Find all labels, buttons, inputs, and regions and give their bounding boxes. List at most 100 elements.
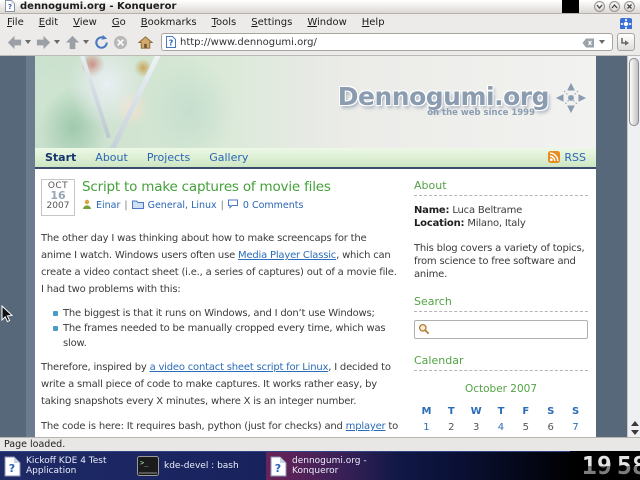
- browser-viewport: Dennogumi.org on the web since 1999 Star…: [0, 56, 627, 437]
- calendar-day-4[interactable]: 4: [489, 421, 514, 434]
- menu-item-bookmarks[interactable]: Bookmarks: [141, 17, 197, 28]
- url-input[interactable]: [180, 37, 582, 48]
- maximize-icon: [611, 3, 618, 10]
- post-column: OCT 16 2007 Script to make captures of m…: [41, 179, 399, 437]
- post-title[interactable]: Script to make captures of movie files: [82, 179, 331, 195]
- svg-text:>_: >_: [140, 459, 149, 467]
- post-categories[interactable]: General, Linux: [148, 200, 217, 211]
- rss-link[interactable]: RSS: [564, 151, 586, 164]
- window-titlebar[interactable]: ? dennogumi.org - Konqueror: [0, 0, 640, 14]
- minimize-icon: [596, 3, 603, 10]
- taskbar-button[interactable]: ? dennogumi.org - Konqueror: [266, 452, 399, 480]
- svg-text:?: ?: [169, 38, 174, 47]
- menu-item-window[interactable]: Window: [307, 17, 346, 28]
- search-input[interactable]: [433, 324, 584, 335]
- category-folder-icon: [132, 199, 144, 212]
- back-dropdown-icon[interactable]: [25, 40, 31, 44]
- taskbar-clock[interactable]: 1958: [570, 451, 640, 480]
- calendar-day-2: 2: [439, 421, 464, 434]
- menu-item-tools[interactable]: Tools: [212, 17, 237, 28]
- sidebar-heading-about: About: [414, 179, 588, 196]
- maximize-button[interactable]: [609, 1, 620, 12]
- nav-link-start[interactable]: Start: [45, 151, 76, 164]
- menu-bar: File Edit View Go Bookmarks Tools Settings Wind…: [0, 15, 640, 29]
- meta-separator: |: [221, 200, 224, 211]
- nav-link-about[interactable]: About: [95, 151, 128, 164]
- about-description: This blog covers a variety of topics, fr…: [414, 242, 588, 281]
- stop-icon: [112, 34, 129, 51]
- calendar-weekday-0: M: [414, 405, 439, 418]
- sidebar-heading-search: Search: [414, 295, 588, 312]
- svg-text:?: ?: [275, 462, 281, 475]
- task-button-title: kde-devel : bash: [164, 461, 239, 471]
- site-header-banner: Dennogumi.org on the web since 1999: [35, 56, 596, 148]
- rss-icon[interactable]: [548, 148, 560, 167]
- calendar-day-7[interactable]: 7: [563, 421, 588, 434]
- page-favicon: ?: [166, 33, 176, 52]
- screen-artifact: [562, 0, 579, 13]
- taskbar-button[interactable]: >_ kde-devel : bash: [133, 452, 266, 480]
- post-date-box: OCT 16 2007: [41, 179, 75, 216]
- menu-item-file[interactable]: File: [7, 17, 24, 28]
- comments-icon: [228, 199, 239, 212]
- post-paragraph: Therefore, inspired by a video contact s…: [41, 359, 399, 410]
- menu-item-view[interactable]: View: [73, 17, 97, 28]
- nav-link-projects[interactable]: Projects: [147, 151, 190, 164]
- up-icon: [64, 34, 81, 51]
- search-box[interactable]: [414, 320, 588, 339]
- taskbar: ?Kickoff KDE 4 Test Application >_ kde-dev…: [0, 451, 640, 480]
- close-icon: [626, 3, 633, 10]
- post-author[interactable]: Einar: [96, 200, 120, 211]
- taskbar-button[interactable]: ?Kickoff KDE 4 Test Application: [0, 452, 133, 480]
- menu-item-edit[interactable]: Edit: [39, 17, 58, 28]
- post-comments[interactable]: 0 Comments: [243, 200, 304, 211]
- inline-link[interactable]: mplayer: [346, 421, 386, 432]
- forward-dropdown-icon[interactable]: [54, 40, 60, 44]
- scrollbar-thumb[interactable]: [629, 58, 639, 126]
- scroll-down-icon[interactable]: [631, 430, 639, 435]
- about-location-label: Location:: [414, 218, 464, 229]
- location-bar[interactable]: ?: [161, 33, 613, 51]
- search-icon: [418, 320, 430, 339]
- inline-link[interactable]: a video contact sheet script for Linux: [150, 362, 329, 373]
- about-location-line: Location: Milano, Italy: [414, 217, 588, 230]
- menu-item-help[interactable]: Help: [362, 17, 385, 28]
- calendar-day-1[interactable]: 1: [414, 421, 439, 434]
- menu-item-settings[interactable]: Settings: [251, 17, 292, 28]
- back-button[interactable]: [5, 32, 24, 52]
- terminal-icon: >_: [137, 456, 159, 476]
- sidebar-column: About Name: Luca Beltrame Location: Mila…: [414, 179, 588, 437]
- close-button[interactable]: [624, 1, 635, 12]
- about-name-value: Luca Beltrame: [452, 205, 522, 216]
- about-location-value: Milano, Italy: [467, 218, 525, 229]
- svg-text:?: ?: [8, 3, 12, 11]
- up-button[interactable]: [63, 32, 82, 52]
- panel-splitter[interactable]: [26, 56, 35, 437]
- calendar-weekday-1: T: [439, 405, 464, 418]
- menu-item-go[interactable]: Go: [112, 17, 126, 28]
- list-item: The frames needed to be manually cropped…: [53, 321, 399, 351]
- home-button[interactable]: [136, 32, 155, 52]
- clear-location-icon[interactable]: [582, 33, 595, 52]
- go-button[interactable]: [617, 33, 635, 51]
- compass-icon: [556, 83, 586, 117]
- location-dropdown-icon[interactable]: [599, 40, 605, 44]
- calendar-day-5: 5: [513, 421, 538, 434]
- forward-icon: [35, 34, 52, 51]
- scroll-up-icon[interactable]: [631, 421, 639, 426]
- window-title: dennogumi.org - Konqueror: [20, 1, 176, 12]
- minimize-button[interactable]: [594, 1, 605, 12]
- inline-link[interactable]: Media Player Classic: [238, 250, 336, 261]
- stop-button[interactable]: [111, 32, 130, 52]
- site-nav: Start About Projects Gallery RSS: [35, 148, 596, 169]
- forward-button[interactable]: [34, 32, 53, 52]
- reload-button[interactable]: [92, 32, 111, 52]
- clock-shade: [582, 466, 640, 480]
- up-dropdown-icon[interactable]: [83, 40, 89, 44]
- home-icon: [137, 34, 154, 51]
- task-button-title: dennogumi.org - Konqueror: [292, 456, 395, 476]
- meta-separator: |: [124, 200, 127, 211]
- nav-link-gallery[interactable]: Gallery: [209, 151, 248, 164]
- web-page: Dennogumi.org on the web since 1999 Star…: [35, 56, 596, 437]
- vertical-scrollbar[interactable]: [627, 56, 640, 437]
